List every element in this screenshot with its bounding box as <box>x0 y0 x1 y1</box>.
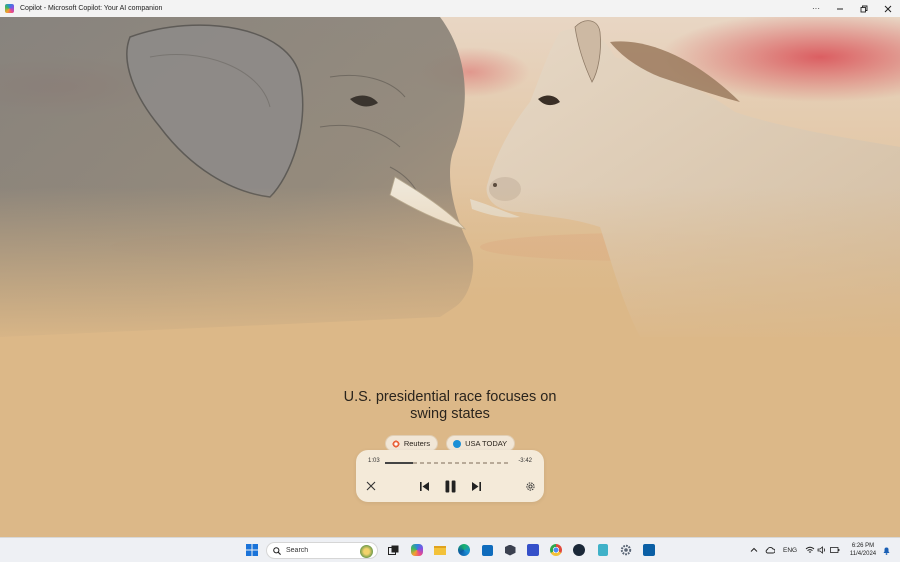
taskbar: ENG 6:26 PM 11/4/2024 <box>0 537 900 562</box>
close-player-button[interactable] <box>363 478 379 494</box>
speaker-icon <box>817 546 826 554</box>
chevron-up-icon <box>750 547 758 552</box>
show-hidden-icons-button[interactable] <box>747 543 761 557</box>
app-icon <box>504 544 516 556</box>
window-controls: ··· <box>804 0 900 17</box>
story-headline: U.S. presidential race focuses on swing … <box>0 389 900 423</box>
store-button[interactable] <box>480 543 494 557</box>
start-button[interactable] <box>245 543 259 557</box>
skip-forward-icon <box>471 481 481 491</box>
notepad-button[interactable] <box>596 543 610 557</box>
search-icon <box>273 546 281 555</box>
store-icon <box>481 544 493 556</box>
visual-studio-icon <box>527 544 539 556</box>
settings-app-button[interactable] <box>619 543 633 557</box>
cloud-tray-button[interactable] <box>763 543 777 557</box>
taskbar-search[interactable] <box>266 542 378 559</box>
player-settings-button[interactable] <box>522 478 538 494</box>
chrome-button[interactable] <box>549 543 563 557</box>
more-options-button[interactable]: ··· <box>804 0 828 17</box>
audio-player: 1:03 -3:42 <box>356 450 544 502</box>
steam-icon <box>573 544 585 556</box>
restore-icon <box>860 5 868 12</box>
visual-studio-button[interactable] <box>526 543 540 557</box>
source-name: Reuters <box>403 439 431 448</box>
close-icon <box>366 481 376 491</box>
file-explorer-button[interactable] <box>433 543 447 557</box>
headline-line-1: U.S. presidential race focuses on <box>343 389 557 405</box>
usa-today-logo-icon <box>453 439 462 448</box>
title-bar: Copilot - Microsoft Copilot: Your AI com… <box>0 0 900 17</box>
progress-fill <box>385 462 413 464</box>
windows-start-icon <box>246 544 258 556</box>
next-button[interactable] <box>468 478 484 494</box>
search-input[interactable] <box>286 547 346 554</box>
steam-button[interactable] <box>572 543 586 557</box>
more-icon: ··· <box>812 4 820 13</box>
battery-button[interactable] <box>828 543 842 557</box>
clock-time: 6:26 PM <box>851 543 875 549</box>
wifi-icon <box>805 546 815 553</box>
pause-icon <box>445 480 455 492</box>
restore-button[interactable] <box>852 0 876 17</box>
pause-button[interactable] <box>442 478 458 494</box>
bell-icon <box>883 547 889 555</box>
task-view-button[interactable] <box>386 543 400 557</box>
close-icon <box>884 5 892 12</box>
source-name: USA TODAY <box>465 439 508 448</box>
settings-icon <box>620 544 632 556</box>
settings-icon <box>525 481 535 491</box>
skip-back-icon <box>419 481 429 491</box>
minimize-icon <box>837 8 843 9</box>
battery-icon <box>830 547 840 553</box>
reuters-logo-icon <box>391 439 400 448</box>
copilot-taskbar-button[interactable] <box>410 543 424 557</box>
clock-date: 11/4/2024 <box>849 551 877 557</box>
window-title: Copilot - Microsoft Copilot: Your AI com… <box>20 5 163 12</box>
taskbar-clock[interactable]: 6:26 PM 11/4/2024 <box>844 542 882 558</box>
copilot-icon <box>411 544 423 556</box>
task-view-icon <box>387 545 398 555</box>
app-button[interactable] <box>503 543 517 557</box>
chrome-icon <box>550 544 562 556</box>
search-highlight-icon <box>360 545 373 558</box>
remaining-time: -3:42 <box>518 458 532 464</box>
headline-line-2: swing states <box>410 406 490 422</box>
minimize-button[interactable] <box>828 0 852 17</box>
elapsed-time: 1:03 <box>368 458 380 464</box>
media-app-button[interactable] <box>642 543 656 557</box>
close-window-button[interactable] <box>876 0 900 17</box>
edge-button[interactable] <box>457 543 471 557</box>
notepad-icon <box>598 544 608 556</box>
notifications-button[interactable] <box>879 543 893 557</box>
cloud-icon <box>765 547 775 554</box>
copilot-logo-icon <box>5 4 14 13</box>
language-indicator[interactable]: ENG <box>783 547 797 554</box>
progress-track[interactable] <box>385 462 511 464</box>
edge-icon <box>458 544 470 556</box>
file-explorer-icon <box>434 545 446 555</box>
previous-button[interactable] <box>416 478 432 494</box>
media-app-icon <box>643 544 655 556</box>
volume-button[interactable] <box>815 543 829 557</box>
